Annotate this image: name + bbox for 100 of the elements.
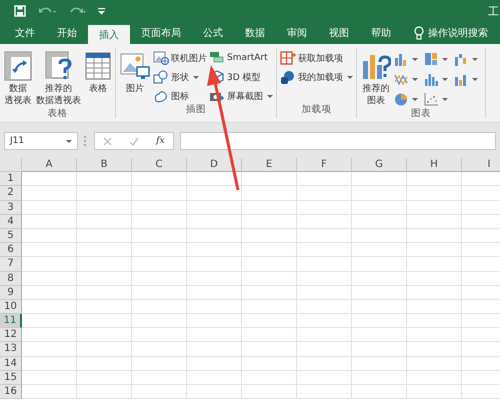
grid-cell[interactable] [22, 286, 77, 300]
ribbon-tab[interactable]: 开始 [46, 22, 88, 44]
grid-cell[interactable] [352, 370, 407, 385]
ribbon-tab[interactable]: 公式 [192, 22, 234, 44]
grid-cell[interactable] [22, 243, 77, 258]
grid-cell[interactable] [297, 385, 352, 400]
scatter-chart-icon[interactable] [424, 92, 439, 106]
dropdown-caret-icon[interactable] [442, 98, 448, 100]
grid-cell[interactable] [22, 300, 77, 314]
statistic-chart-icon[interactable] [424, 72, 439, 86]
column-header[interactable]: F [297, 158, 352, 172]
grid-cell[interactable] [132, 370, 187, 385]
grid-cell[interactable] [22, 370, 77, 385]
check-icon[interactable] [129, 136, 140, 146]
name-box[interactable]: J11 [4, 132, 78, 150]
grid-cell[interactable] [352, 214, 407, 229]
ribbon-button-label[interactable]: 推荐的 [362, 83, 390, 95]
grid-cell[interactable] [242, 186, 297, 201]
grid-cell[interactable] [132, 172, 187, 186]
dropdown-caret-icon[interactable] [66, 140, 72, 142]
grid-cell[interactable] [187, 356, 242, 371]
grid-cell[interactable] [77, 300, 132, 314]
column-header[interactable]: D [187, 158, 242, 172]
ribbon-button-label[interactable]: 透视表 [4, 95, 32, 107]
grid-cell[interactable] [132, 228, 187, 244]
grid-cell[interactable] [407, 272, 462, 286]
dropdown-caret-icon[interactable] [412, 58, 418, 60]
grid-cell[interactable] [187, 328, 242, 342]
dropdown-caret-icon[interactable] [193, 76, 199, 78]
grid-cell[interactable] [242, 228, 297, 244]
customize-icon[interactable] [98, 7, 105, 15]
ribbon-button-label[interactable]: 表格 [89, 83, 107, 95]
grid-cell[interactable] [77, 314, 132, 328]
grid-cell[interactable] [242, 385, 297, 400]
insert-function-button[interactable]: fx [156, 136, 165, 146]
ribbon-button-label[interactable]: 屏幕截图 [227, 90, 263, 102]
grid-cell[interactable] [77, 214, 132, 229]
grid-cell[interactable] [77, 342, 132, 357]
row-header[interactable]: 12 [0, 328, 22, 342]
column-header[interactable]: I [462, 158, 500, 172]
ribbon-button-label[interactable]: 3D 模型 [227, 70, 261, 84]
grid-cell[interactable] [407, 300, 462, 314]
grid-cell[interactable] [297, 286, 352, 300]
grid-cell[interactable] [242, 243, 297, 258]
grid-cell[interactable] [77, 356, 132, 371]
grid-cell[interactable] [242, 370, 297, 385]
ribbon-button-label[interactable]: 数据透视表 [36, 95, 81, 107]
grid-cell[interactable] [352, 286, 407, 300]
dropdown-caret-icon[interactable] [347, 76, 353, 78]
grid-cell[interactable] [187, 186, 242, 201]
grid-cell[interactable] [352, 228, 407, 244]
grid-cell[interactable] [352, 328, 407, 342]
grid-cell[interactable] [407, 370, 462, 385]
grid-cell[interactable] [22, 172, 77, 186]
grid-cell[interactable] [132, 328, 187, 342]
grid-cell[interactable] [77, 257, 132, 272]
ribbon-button-label[interactable]: 我的加载项 [298, 70, 343, 84]
grid-cell[interactable] [352, 243, 407, 258]
grid-cell[interactable] [132, 300, 187, 314]
grid-cell[interactable] [407, 385, 462, 400]
grid-cell[interactable] [77, 243, 132, 258]
grid-cell[interactable] [22, 214, 77, 229]
ribbon-button-label[interactable]: 获取加载项 [298, 52, 343, 64]
grid-cell[interactable] [187, 286, 242, 300]
grid-cell[interactable] [77, 370, 132, 385]
grid-cell[interactable] [352, 186, 407, 201]
grid-cell[interactable] [242, 214, 297, 229]
ribbon-button-label[interactable]: SmartArt [227, 53, 268, 63]
grid-cell[interactable] [242, 328, 297, 342]
grid-cell[interactable] [132, 356, 187, 371]
grid-cell[interactable] [77, 328, 132, 342]
ribbon-tab[interactable]: 插入 [88, 25, 130, 44]
waterfall-chart-icon[interactable] [454, 52, 469, 66]
grid-cell[interactable] [297, 342, 352, 357]
grid-cell[interactable] [22, 328, 77, 342]
grid-cell[interactable] [297, 314, 352, 328]
dropdown-caret-icon[interactable] [472, 78, 478, 80]
grid-cell[interactable] [22, 272, 77, 286]
column-header[interactable]: E [242, 158, 297, 172]
ribbon-tab[interactable]: 页面布局 [130, 22, 192, 44]
grid-cell[interactable] [352, 172, 407, 186]
grid-cell[interactable] [22, 314, 77, 328]
grid-cell[interactable] [352, 356, 407, 371]
grid-cell[interactable] [242, 356, 297, 371]
grid-cell[interactable] [187, 200, 242, 215]
grid-cell[interactable] [297, 186, 352, 201]
grid-cell[interactable] [77, 200, 132, 215]
column-header[interactable]: G [352, 158, 407, 172]
grid-cell[interactable] [22, 342, 77, 357]
row-header[interactable]: 10 [0, 300, 22, 314]
grid-cell[interactable] [77, 172, 132, 186]
grid-cell[interactable] [132, 272, 187, 286]
grid-cell[interactable] [77, 286, 132, 300]
grid-cell[interactable] [297, 172, 352, 186]
column-header[interactable]: C [132, 158, 187, 172]
grid-cell[interactable] [22, 257, 77, 272]
bar-chart-icon[interactable] [394, 52, 409, 66]
grid-cell[interactable] [132, 214, 187, 229]
column-header[interactable]: A [22, 158, 77, 172]
hierarchy-chart-icon[interactable] [424, 52, 439, 66]
